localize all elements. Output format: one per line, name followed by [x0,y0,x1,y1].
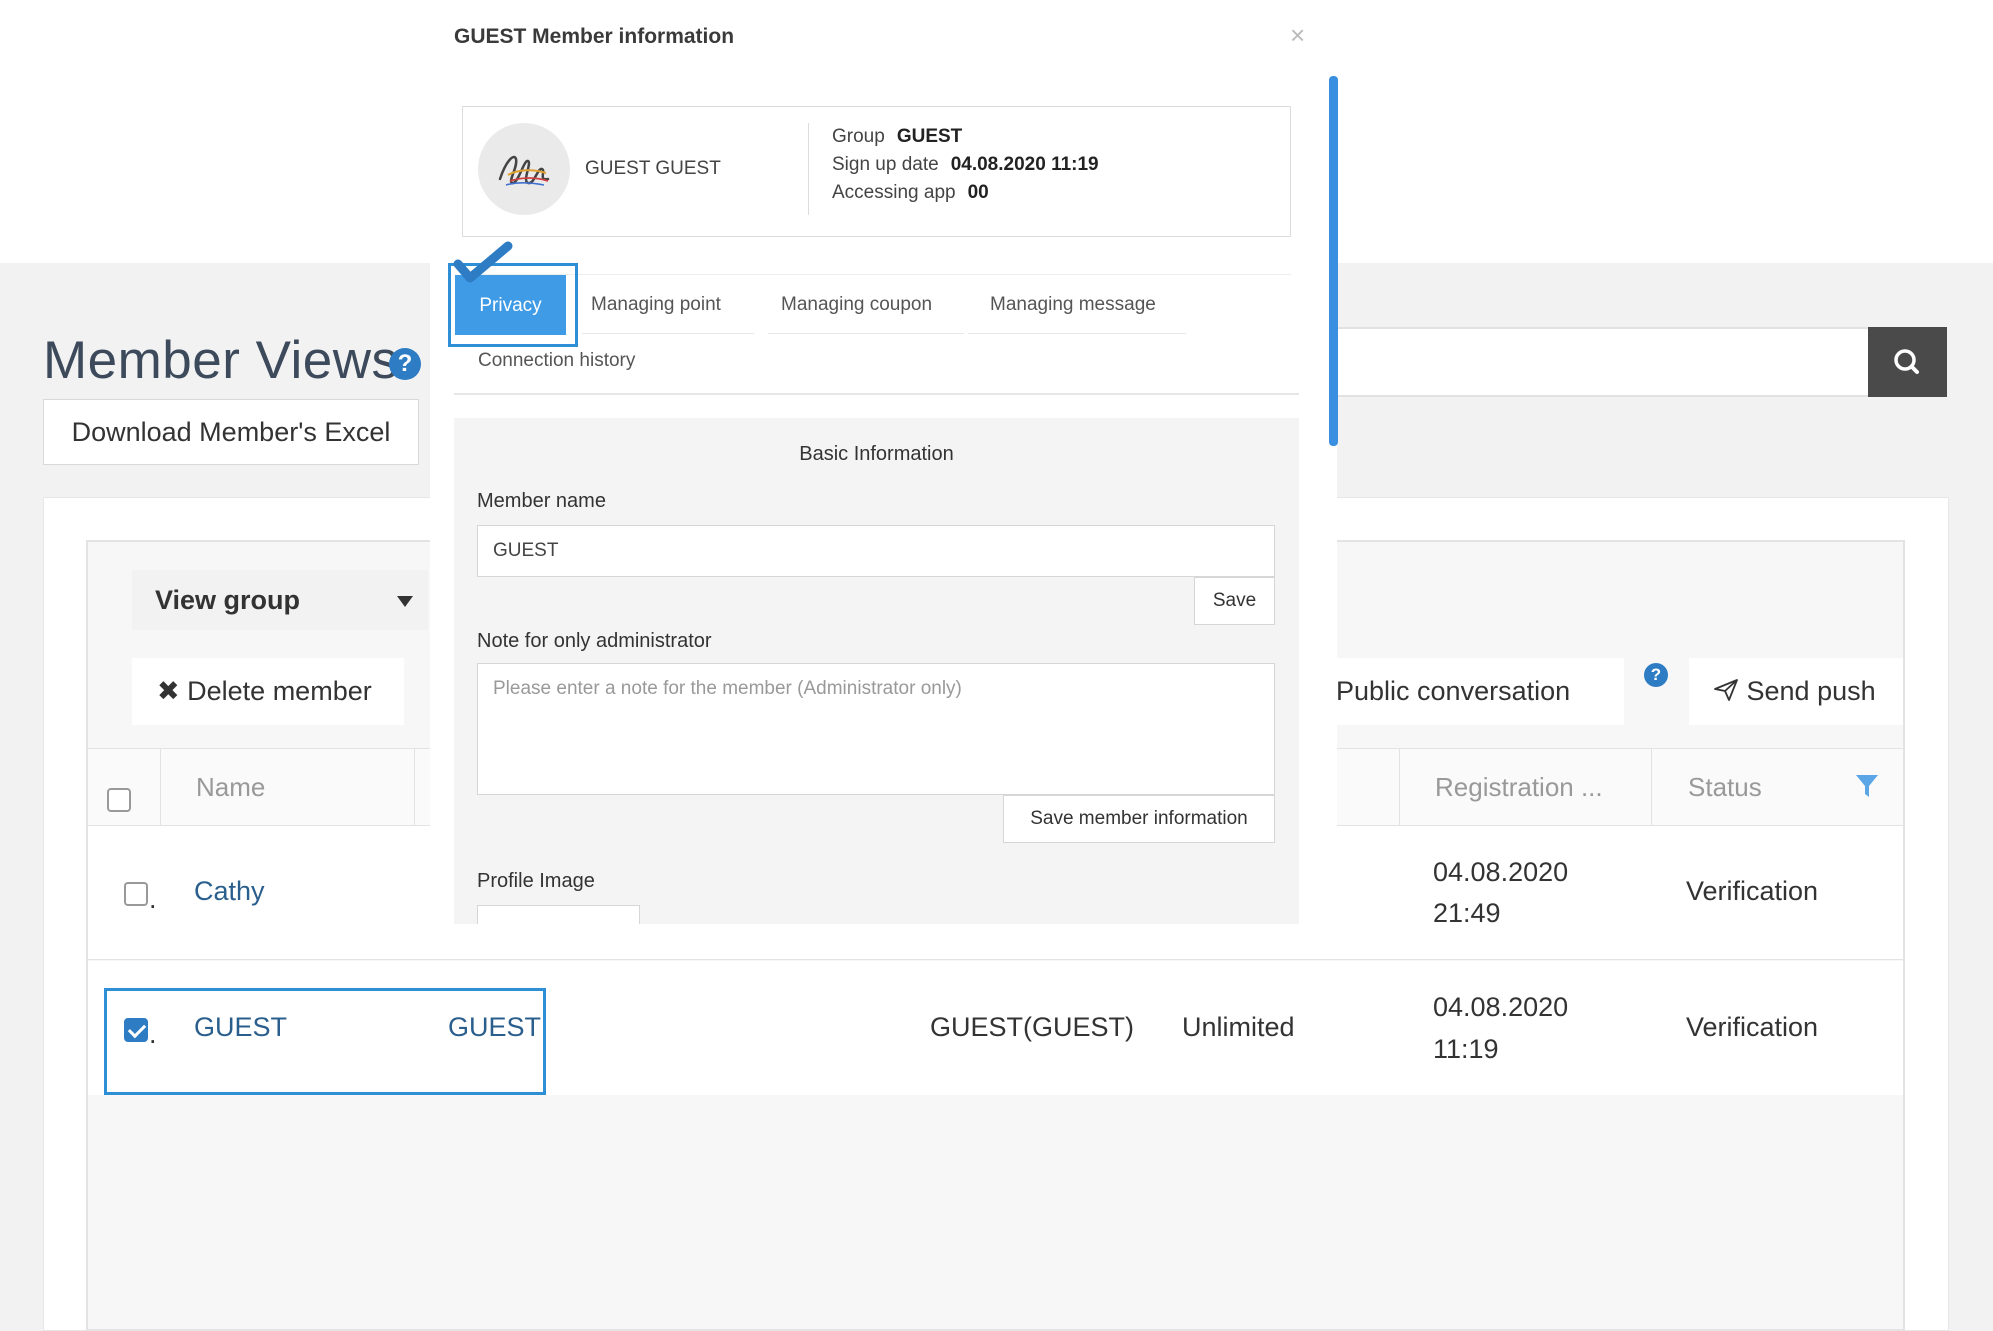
column-divider [1651,748,1652,826]
page-title: Member Views [43,331,399,390]
save-member-info-button[interactable]: Save member information [1003,795,1275,843]
send-icon [1714,679,1738,701]
profile-app-line: Accessing app 00 [832,182,989,204]
caret-down-icon [397,596,413,607]
tab-managing-message[interactable]: Managing message [990,274,1156,334]
view-group-label: View group [155,585,301,615]
registration-time: 11:19 [1433,1034,1499,1064]
delete-member-label: Delete member [187,676,372,706]
column-header-status[interactable]: Status [1688,748,1762,826]
note-label: Note for only administrator [477,630,712,652]
tab-underline [968,333,1186,334]
member-period: Unlimited [1182,1012,1295,1042]
help-icon[interactable]: ? [1644,663,1668,687]
search-icon [1894,349,1919,374]
registration-date: 04.08.2020 [1433,857,1569,887]
profile-divider [808,123,809,215]
download-excel-button[interactable]: Download Member's Excel [43,399,419,465]
profile-group-line: Group GUEST [832,126,962,148]
column-divider [160,748,161,826]
upload-image-button[interactable] [477,905,640,924]
signup-label: Sign up date [832,154,939,175]
tab-connection-history[interactable]: Connection history [478,350,635,372]
column-header-registration[interactable]: Registration ... [1435,748,1603,826]
app-value: 00 [967,182,989,203]
profile-signup-line: Sign up date 04.08.2020 11:19 [832,154,1099,176]
app-label: Accessing app [832,182,956,203]
registration-date: 04.08.2020 [1433,992,1569,1022]
tab-underline [768,333,964,334]
group-label: Group [832,126,885,147]
admin-note-textarea[interactable]: Please enter a note for the member (Admi… [477,663,1275,795]
select-all-checkbox[interactable] [107,788,131,812]
column-header-name[interactable]: Name [196,748,265,826]
modal-title: GUEST Member information [454,25,735,48]
column-divider [1399,748,1400,826]
member-name-label: Member name [477,490,606,512]
help-icon[interactable]: ? [389,348,421,380]
view-group-select[interactable]: View group [132,570,428,630]
status-text: Verification [1686,1012,1819,1042]
form-heading: Basic Information [799,443,954,465]
tab-underline [582,333,754,334]
selected-row-highlight [104,988,546,1095]
status-text: Verification [1686,876,1819,906]
check-mark-icon [453,241,513,283]
close-icon[interactable]: × [1290,20,1305,51]
close-x-icon: ✖ [157,676,180,706]
member-name-link[interactable]: Cathy [194,876,265,907]
profile-name: GUEST GUEST [585,158,721,179]
public-conversation-button[interactable]: Public conversation [1336,658,1624,725]
member-group: GUEST(GUEST) [930,1012,1135,1042]
send-push-button[interactable]: Send push [1689,658,1903,725]
row-index-dot: . [149,884,157,914]
column-divider [414,748,415,826]
avatar-signature-icon [498,155,550,186]
member-name-input[interactable]: GUEST [477,525,1275,577]
tab-managing-point[interactable]: Managing point [591,274,721,334]
send-push-label: Send push [1746,676,1876,706]
modal-scrollbar[interactable] [1329,76,1338,446]
tabs-bottom-line [454,393,1299,395]
row-checkbox[interactable] [124,882,148,906]
filter-icon[interactable] [1855,773,1879,799]
signup-value: 04.08.2020 11:19 [950,154,1099,175]
avatar [478,123,570,215]
tab-managing-coupon[interactable]: Managing coupon [781,274,932,334]
public-conversation-label: Public conversation [1336,676,1571,706]
delete-member-button[interactable]: ✖ Delete member [132,658,404,725]
group-value: GUEST [896,126,963,147]
registration-time: 21:49 [1433,898,1501,928]
save-button[interactable]: Save [1194,577,1275,625]
search-input[interactable] [1336,327,1868,397]
profile-image-label: Profile Image [477,870,595,892]
search-button[interactable] [1868,327,1947,397]
